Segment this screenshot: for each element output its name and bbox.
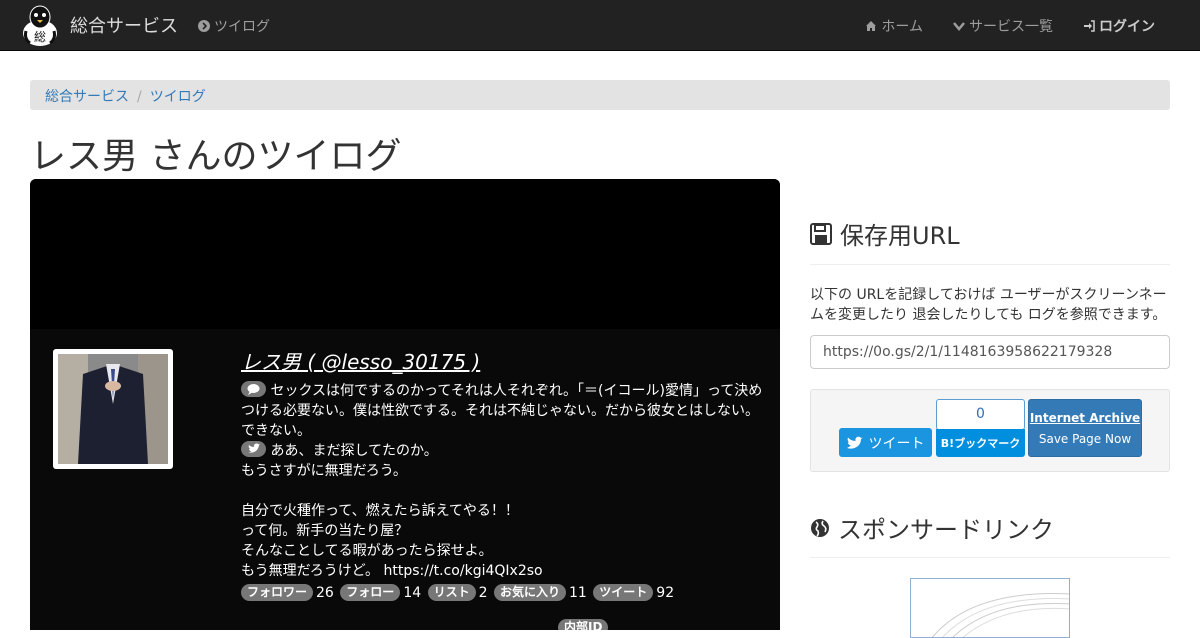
internal-id-row: 内部ID 1148163958622179328 (558, 619, 780, 630)
brand-text: 総合サービス (70, 16, 178, 37)
brand-link[interactable]: 総 総合サービス (20, 2, 178, 48)
divider (810, 264, 1170, 265)
following-badge: フォロー (340, 584, 401, 601)
svg-text:総: 総 (34, 30, 46, 44)
tweet-button-label: ツイート (868, 435, 925, 452)
profile-info: レス男 ( @lesso_30175 ) セックスは何でするのかってそれは人それ… (241, 349, 766, 603)
tweet-line: そんなことしてる暇があったら探せよ。 (241, 543, 493, 559)
profile-stats: フォロワー 26 フォロー 14 リスト 2 お気に入り 11 ツイート 92 (241, 583, 766, 603)
twitter-icon (241, 441, 266, 457)
nav-services[interactable]: サービス一覧 (953, 16, 1053, 36)
profile-banner (30, 179, 780, 329)
save-url-description: 以下の URLを記録しておけば ユーザーがスクリーンネームを変更したり 退会した… (810, 287, 1167, 323)
internet-archive-button[interactable]: Internet Archive Save Page Now (1028, 399, 1142, 457)
favorites-badge: お気に入り (493, 584, 566, 601)
nav-services-label: サービス一覧 (969, 19, 1053, 35)
tweet-line: もうさすがに無理だろう。 (241, 463, 407, 479)
tweets-badge: ツイート (593, 584, 654, 601)
tweet-button[interactable]: ツイート (839, 428, 932, 457)
tweet-line: って何。新手の当たり屋？ (241, 523, 409, 539)
internet-archive-title: Internet Archive (1029, 411, 1141, 425)
profile-body: レス男 ( @lesso_30175 ) セックスは何でするのかってそれは人それ… (30, 329, 780, 630)
hatena-count[interactable]: 0 (936, 399, 1025, 430)
sponsor-ad-banner[interactable] (910, 578, 1070, 638)
chevron-circle-right-icon (198, 20, 210, 32)
ad-image (932, 593, 1069, 637)
lists-count: 2 (478, 585, 488, 601)
tweets-count: 92 (656, 585, 675, 601)
profile-bio: セックスは何でするのかってそれは人それぞれ。「＝(イコール)愛情」って決めつける… (241, 381, 766, 441)
chevron-down-icon (953, 22, 965, 31)
hatena-bookmark-button[interactable]: B!ブックマーク (936, 429, 1025, 457)
penguin-logo-icon: 総 (23, 5, 57, 46)
internet-archive-sub: Save Page Now (1038, 432, 1132, 446)
sponsor-heading-text: スポンサードリンク (838, 516, 1054, 544)
nav-login-label: ログイン (1099, 19, 1155, 35)
nav-login[interactable]: ログイン (1083, 16, 1155, 36)
breadcrumb-tsuilog[interactable]: ツイログ (150, 89, 206, 105)
sign-in-icon (1084, 20, 1095, 32)
globe-icon (811, 518, 829, 537)
save-url-heading: 保存用URL (810, 216, 960, 251)
save-url-input[interactable] (810, 335, 1170, 369)
nav-home[interactable]: ホーム (865, 16, 923, 36)
nav-tsuilog[interactable]: ツイログ (198, 16, 270, 36)
comment-icon (241, 381, 266, 397)
profile-name[interactable]: レス男 ( @lesso_30175 ) (241, 349, 766, 375)
twitter-bird-icon (846, 436, 863, 449)
breadcrumb: 総合サービス / ツイログ (30, 80, 1170, 110)
nav-home-label: ホーム (881, 19, 923, 35)
divider (810, 557, 1170, 558)
favorites-count: 11 (569, 585, 587, 601)
share-box: ツイート 0 B!ブックマーク Internet Archive Save Pa… (810, 389, 1170, 472)
followers-count: 26 (316, 585, 334, 601)
sponsor-heading: スポンサードリンク (810, 510, 1054, 545)
tweet-line: もう無理だろうけど。 https://t.co/kgi4QIx2so (241, 563, 543, 579)
save-url-heading-text: 保存用URL (840, 222, 960, 250)
avatar (58, 354, 168, 464)
navbar: 総 総合サービス ツイログ ホーム サービス一覧 ログイン (0, 0, 1200, 51)
lists-badge: リスト (427, 584, 476, 601)
tweet-line: ああ、まだ探してたのか。 (270, 443, 438, 459)
page-title: レス男 さんのツイログ (30, 136, 402, 177)
nav-tsuilog-label: ツイログ (214, 19, 270, 35)
floppy-disk-icon (810, 222, 832, 245)
following-count: 14 (403, 585, 422, 601)
breadcrumb-home[interactable]: 総合サービス (45, 89, 129, 105)
profile-bio-text: セックスは何でするのかってそれは人それぞれ。「＝(イコール)愛情」って決めつける… (241, 383, 763, 439)
profile-card: レス男 ( @lesso_30175 ) セックスは何でするのかってそれは人それ… (30, 179, 780, 630)
home-icon (866, 21, 877, 31)
avatar-frame[interactable] (53, 349, 173, 469)
latest-tweet: ああ、まだ探してたのか。 もうさすがに無理だろう。 自分で火種作って、燃えたら訴… (241, 441, 766, 581)
breadcrumb-separator: / (137, 89, 142, 105)
internal-id-badge: 内部ID (558, 619, 609, 630)
followers-badge: フォロワー (241, 584, 314, 601)
tweet-line: 自分で火種作って、燃えたら訴えてやる！！ (241, 503, 519, 519)
